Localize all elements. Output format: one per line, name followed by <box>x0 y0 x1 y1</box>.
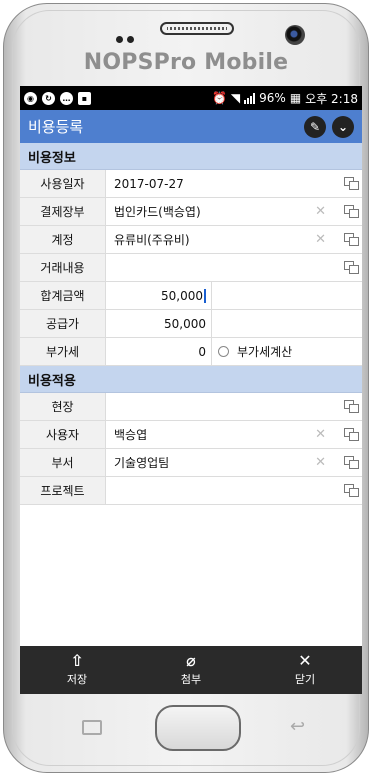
clear-icon[interactable]: ✕ <box>315 455 326 470</box>
payment-label: 결제장부 <box>20 198 106 225</box>
close-icon: ✕ <box>298 651 312 670</box>
detail-field[interactable] <box>106 254 362 281</box>
user-label: 사용자 <box>20 421 106 448</box>
app-screen: ◉ ↻ … ▪ ⏰ ◥ 96% ▦ 오후 2:18 비용등록 ✎ ⌄ 비용정보 … <box>20 86 362 694</box>
sensor-dots <box>116 28 138 47</box>
copy-icon[interactable] <box>344 177 359 190</box>
attach-label: 첨부 <box>180 673 202 686</box>
earpiece-speaker <box>160 22 234 35</box>
total-value: 50,000 <box>161 288 203 303</box>
dept-label: 부서 <box>20 449 106 476</box>
row-supply: 공급가 50,000 <box>20 310 362 338</box>
section-cost-info: 비용정보 <box>20 143 362 170</box>
status-bar: ◉ ↻ … ▪ ⏰ ◥ 96% ▦ 오후 2:18 <box>20 86 362 110</box>
account-label: 계정 <box>20 226 106 253</box>
row-account: 계정 유류비(주유비) ✕ <box>20 226 362 254</box>
vat-calc-radio[interactable] <box>218 346 229 357</box>
payment-field[interactable]: 법인카드(백승엽) ✕ <box>106 198 362 225</box>
section-cost-apply: 비용적용 <box>20 366 362 393</box>
copy-icon[interactable] <box>344 484 359 497</box>
copy-icon[interactable] <box>344 233 359 246</box>
row-detail: 거래내용 <box>20 254 362 282</box>
row-project: 프로젝트 <box>20 477 362 505</box>
calendar-icon: ▦ <box>289 91 302 105</box>
bottom-toolbar: ⇧ 저장 ⌀ 첨부 ✕ 닫기 <box>20 646 362 694</box>
app-notification-icon: ◉ <box>24 91 37 105</box>
page-title: 비용등록 <box>28 118 84 136</box>
row-site: 현장 <box>20 393 362 421</box>
use-date-field[interactable]: 2017-07-27 <box>106 170 362 197</box>
close-label: 닫기 <box>294 673 316 686</box>
app-header: 비용등록 ✎ ⌄ <box>20 110 362 143</box>
image-icon: ▪ <box>78 91 91 105</box>
attach-button[interactable]: ⌀ 첨부 <box>134 646 248 694</box>
save-button[interactable]: ⇧ 저장 <box>20 646 134 694</box>
wifi-icon: ◥ <box>230 91 241 105</box>
row-total: 합계금액 50,000 <box>20 282 362 310</box>
dept-field[interactable]: 기술영업팀 ✕ <box>106 449 362 476</box>
row-dept: 부서 기술영업팀 ✕ <box>20 449 362 477</box>
vat-input[interactable]: 0 <box>106 338 212 365</box>
vat-calc-option[interactable]: 부가세계산 <box>212 338 292 365</box>
site-field[interactable] <box>106 393 362 420</box>
clear-icon[interactable]: ✕ <box>315 427 326 442</box>
project-field[interactable] <box>106 477 362 504</box>
dept-value: 기술영업팀 <box>114 456 170 470</box>
paperclip-icon: ⌀ <box>186 651 196 670</box>
front-camera-icon <box>285 25 305 45</box>
use-date-value: 2017-07-27 <box>114 176 184 191</box>
save-label: 저장 <box>66 673 88 686</box>
chat-icon: … <box>60 91 73 105</box>
back-icon[interactable]: ↩ <box>290 716 305 737</box>
copy-icon[interactable] <box>344 428 359 441</box>
clear-icon[interactable]: ✕ <box>315 204 326 219</box>
row-payment: 결제장부 법인카드(백승엽) ✕ <box>20 198 362 226</box>
vat-calc-label: 부가세계산 <box>237 345 293 359</box>
total-input[interactable]: 50,000 <box>106 282 212 309</box>
supply-label: 공급가 <box>20 310 106 337</box>
recent-apps-icon[interactable] <box>82 720 102 735</box>
device-brand: NOPSPro Mobile <box>83 50 289 75</box>
signal-icon <box>244 92 256 104</box>
copy-icon[interactable] <box>344 400 359 413</box>
site-label: 현장 <box>20 393 106 420</box>
home-button[interactable] <box>155 705 241 751</box>
supply-value: 50,000 <box>164 316 206 331</box>
text-cursor <box>204 288 206 303</box>
save-icon: ⇧ <box>70 651 84 670</box>
row-vat: 부가세 0 부가세계산 <box>20 338 362 366</box>
vat-value: 0 <box>198 344 206 359</box>
supply-input[interactable]: 50,000 <box>106 310 212 337</box>
account-field[interactable]: 유류비(주유비) ✕ <box>106 226 362 253</box>
user-value: 백승엽 <box>114 428 148 442</box>
battery-level: 96% <box>259 91 286 105</box>
row-user: 사용자 백승엽 ✕ <box>20 421 362 449</box>
user-field[interactable]: 백승엽 ✕ <box>106 421 362 448</box>
sync-icon: ↻ <box>42 91 55 105</box>
edit-icon[interactable]: ✎ <box>304 115 326 138</box>
copy-icon[interactable] <box>344 205 359 218</box>
vat-label: 부가세 <box>20 338 106 365</box>
detail-label: 거래내용 <box>20 254 106 281</box>
account-value: 유류비(주유비) <box>114 233 190 247</box>
alarm-icon: ⏰ <box>211 91 227 105</box>
project-label: 프로젝트 <box>20 477 106 504</box>
payment-value: 법인카드(백승엽) <box>114 205 201 219</box>
clock-time: 오후 2:18 <box>305 91 358 106</box>
chevron-down-icon[interactable]: ⌄ <box>332 115 354 138</box>
copy-icon[interactable] <box>344 261 359 274</box>
total-label: 합계금액 <box>20 282 106 309</box>
row-use-date: 사용일자 2017-07-27 <box>20 170 362 198</box>
copy-icon[interactable] <box>344 456 359 469</box>
close-button[interactable]: ✕ 닫기 <box>248 646 362 694</box>
use-date-label: 사용일자 <box>20 170 106 197</box>
clear-icon[interactable]: ✕ <box>315 232 326 247</box>
